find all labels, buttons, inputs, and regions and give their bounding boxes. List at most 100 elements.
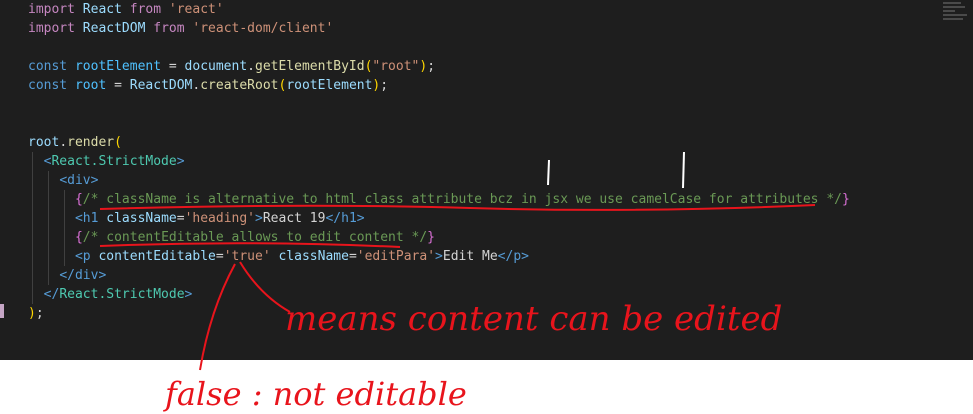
code-line[interactable]: ); xyxy=(28,304,850,323)
code-token: h1 xyxy=(341,211,357,226)
code-line[interactable]: </div> xyxy=(28,266,850,285)
code-token: } xyxy=(427,230,435,245)
code-token: > xyxy=(176,154,185,169)
cursor-marker xyxy=(0,304,4,318)
code-token: > xyxy=(435,249,443,264)
code-token: } xyxy=(841,192,850,207)
code-token: < xyxy=(59,173,68,188)
code-token: ) xyxy=(28,306,36,321)
code-token: . xyxy=(59,135,68,150)
code-token: > xyxy=(184,287,193,302)
code-line[interactable]: {/* className is alternative to html cla… xyxy=(28,190,850,209)
code-token: document xyxy=(184,59,248,74)
code-token: React 19 xyxy=(262,211,326,226)
code-token: = xyxy=(106,78,130,93)
code-line[interactable]: <div> xyxy=(28,171,850,190)
code-token: const xyxy=(28,78,68,93)
code-token: > xyxy=(521,249,529,264)
code-token: /* contentEditable allows to edit conten… xyxy=(82,230,428,245)
code-token: h1 xyxy=(82,211,99,226)
code-line[interactable]: const rootElement = document.getElementB… xyxy=(28,57,850,76)
code-token: import xyxy=(28,21,75,36)
code-token: > xyxy=(98,268,107,283)
code-token: render xyxy=(67,135,115,150)
code-token: </ xyxy=(325,211,342,226)
code-token: root xyxy=(28,135,60,150)
code-token: const xyxy=(28,59,68,74)
code-token: 'true' xyxy=(223,249,271,264)
code-token: import xyxy=(28,2,75,17)
code-token: > xyxy=(90,173,99,188)
code-token: 'react' xyxy=(168,2,224,17)
code-token: from xyxy=(153,21,185,36)
code-line[interactable]: root.render( xyxy=(28,133,850,152)
code-line[interactable]: import ReactDOM from 'react-dom/client' xyxy=(28,19,850,38)
code-token: { xyxy=(74,230,83,245)
code-token: from xyxy=(129,2,162,17)
code-token: div xyxy=(67,173,91,188)
code-token: > xyxy=(356,211,365,226)
code-token: = xyxy=(348,249,357,264)
code-token: > xyxy=(255,211,263,226)
code-token: ; xyxy=(427,59,436,74)
code-area[interactable]: import React from 'react' import ReactDOM… xyxy=(28,0,850,323)
code-line[interactable]: {/* contentEditable allows to edit conte… xyxy=(28,228,850,247)
code-token: React.StrictMode xyxy=(59,287,185,302)
code-line[interactable]: import React from 'react' xyxy=(28,0,850,19)
code-token: className xyxy=(106,211,177,226)
code-line[interactable]: <h1 className='heading'>React 19</h1> xyxy=(28,209,850,228)
code-editor[interactable]: import React from 'react' import ReactDOM… xyxy=(0,0,973,360)
code-token: </ xyxy=(59,268,75,283)
code-token: ( xyxy=(114,135,122,150)
code-token: p xyxy=(513,249,522,264)
code-token: React.StrictMode xyxy=(51,154,177,169)
minimap[interactable] xyxy=(943,0,973,40)
code-line[interactable] xyxy=(28,38,850,57)
code-token: ; xyxy=(380,78,389,93)
code-token: createRoot xyxy=(200,78,279,93)
code-token: root xyxy=(74,78,107,93)
code-token: < xyxy=(74,211,83,226)
code-token: className xyxy=(278,249,349,264)
code-line[interactable] xyxy=(28,95,850,114)
code-token: ReactDOM xyxy=(129,78,193,93)
code-token: getElementById xyxy=(255,59,365,74)
code-token: rootElement xyxy=(286,78,373,93)
code-token: p xyxy=(82,249,91,264)
code-token: </ xyxy=(497,249,514,264)
code-token: = xyxy=(176,211,185,226)
code-line[interactable]: </React.StrictMode> xyxy=(28,285,850,304)
note-false-value: false : not editable xyxy=(163,375,467,413)
code-line[interactable]: <p contentEditable='true' className='edi… xyxy=(28,247,850,266)
code-token: "root" xyxy=(372,59,420,74)
code-line[interactable]: const root = ReactDOM.createRoot(rootEle… xyxy=(28,76,850,95)
code-token: 'heading' xyxy=(184,211,256,226)
code-token: ReactDOM xyxy=(82,21,146,36)
code-token: rootElement xyxy=(74,59,162,74)
code-line[interactable]: <React.StrictMode> xyxy=(28,152,850,171)
code-token: Edit Me xyxy=(442,249,498,264)
code-token: ; xyxy=(35,306,44,321)
code-token: contentEditable xyxy=(98,249,216,264)
code-token: = xyxy=(215,249,224,264)
code-line[interactable] xyxy=(28,114,850,133)
code-token: 'editPara' xyxy=(356,249,436,264)
code-token: . xyxy=(247,59,255,74)
code-token: < xyxy=(74,249,83,264)
code-token: React xyxy=(82,2,122,17)
code-token: = xyxy=(161,59,185,74)
code-token: div xyxy=(74,268,99,283)
